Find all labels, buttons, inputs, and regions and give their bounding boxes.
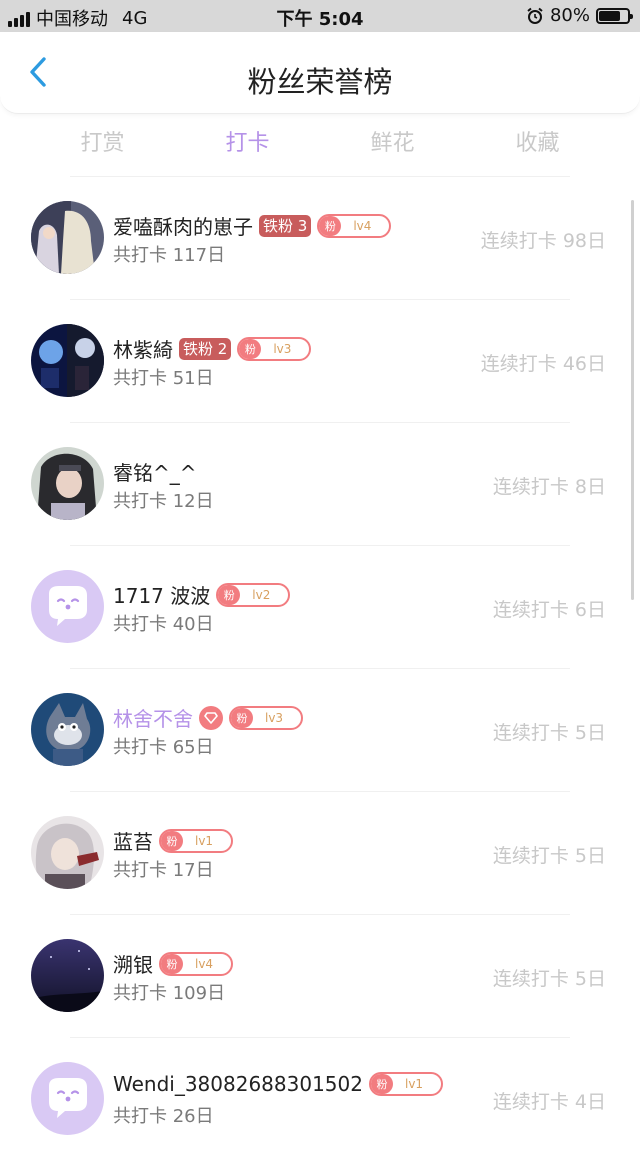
- tab-flowers[interactable]: 鲜花: [320, 124, 465, 164]
- divider: [70, 545, 570, 546]
- user-name: 1717 波波: [113, 584, 211, 608]
- list-item[interactable]: 林舍不舍 粉 lv3 共打卡 65日 连续打卡 5日: [0, 668, 640, 791]
- user-name: 林紫綺: [113, 338, 173, 362]
- page-title: 粉丝荣誉榜: [247, 65, 393, 99]
- avatar[interactable]: [31, 201, 104, 274]
- total-checkin: 共打卡 117日: [113, 245, 226, 266]
- diamond-icon: [199, 705, 223, 730]
- name-line: 林舍不舍 粉 lv3: [113, 703, 304, 732]
- name-line: 林紫綺 铁粉 2 粉 lv3: [113, 334, 312, 363]
- user-name: 睿铭^_^: [113, 461, 197, 485]
- alarm-icon: [527, 7, 543, 24]
- fan-level: lv3: [273, 341, 292, 356]
- total-checkin: 共打卡 26日: [113, 1106, 214, 1127]
- tab-checkin[interactable]: 打卡: [175, 124, 320, 164]
- fan-badge-label: 粉: [370, 1074, 393, 1094]
- name-line: 爱嗑酥肉的崽子 铁粉 3 粉 lv4: [113, 211, 392, 240]
- fan-level: lv4: [353, 218, 372, 233]
- battery-percent: 80%: [549, 5, 590, 26]
- streak-checkin: 连续打卡 5日: [492, 722, 606, 744]
- total-checkin: 共打卡 12日: [113, 491, 214, 512]
- fan-level-badge: 粉 lv3: [237, 336, 312, 361]
- fan-badge-label: 粉: [161, 953, 183, 974]
- avatar[interactable]: [31, 816, 104, 889]
- iron-fan-badge: 铁粉 3: [259, 214, 312, 237]
- tab-bar: 打赏 打卡 鲜花 收藏: [30, 124, 610, 164]
- divider: [70, 176, 570, 177]
- fan-level: lv1: [195, 833, 214, 848]
- fan-badge-label: 粉: [239, 338, 262, 359]
- user-name: 蓝苔: [113, 830, 153, 854]
- avatar[interactable]: [31, 570, 104, 643]
- fan-level-badge: 粉 lv4: [159, 951, 234, 976]
- list-item[interactable]: 1717 波波 粉 lv2 共打卡 40日 连续打卡 6日: [0, 545, 640, 668]
- fan-badge-label: 粉: [319, 215, 342, 236]
- total-checkin: 共打卡 40日: [113, 614, 214, 635]
- streak-checkin: 连续打卡 6日: [492, 599, 606, 621]
- fan-level-badge: 粉 lv2: [216, 582, 291, 607]
- list-item[interactable]: 林紫綺 铁粉 2 粉 lv3 共打卡 51日 连续打卡 46日: [0, 299, 640, 422]
- divider: [70, 299, 570, 300]
- fan-level: lv4: [195, 956, 214, 971]
- list-item[interactable]: 爱嗑酥肉的崽子 铁粉 3 粉 lv4 共打卡 117日 连续打卡 98日: [0, 176, 640, 299]
- name-line: 1717 波波 粉 lv2: [113, 580, 291, 609]
- status-bar: 中国移动 4G 下午 5:04 80%: [0, 0, 640, 32]
- list-item[interactable]: 睿铭^_^ 共打卡 12日 连续打卡 8日: [0, 422, 640, 545]
- avatar[interactable]: [31, 324, 104, 397]
- total-checkin: 共打卡 65日: [113, 737, 214, 758]
- streak-checkin: 连续打卡 4日: [492, 1091, 606, 1113]
- default-avatar-icon: [31, 570, 104, 643]
- divider: [70, 914, 570, 915]
- fan-level: lv2: [252, 587, 271, 602]
- user-name: 林舍不舍: [113, 707, 193, 731]
- status-right: 80%: [526, 5, 633, 26]
- divider: [70, 791, 570, 792]
- user-name: Wendi_38082688301502: [113, 1072, 363, 1096]
- list-item[interactable]: 溯银 粉 lv4 共打卡 109日 连续打卡 5日: [0, 914, 640, 1037]
- fan-badge-label: 粉: [161, 830, 183, 851]
- tab-reward[interactable]: 打赏: [30, 124, 175, 164]
- streak-checkin: 连续打卡 98日: [480, 230, 606, 252]
- fan-level-badge: 粉 lv1: [159, 828, 234, 853]
- fan-badge-label: 粉: [231, 707, 253, 728]
- avatar[interactable]: [31, 939, 104, 1012]
- fan-list: 爱嗑酥肉的崽子 铁粉 3 粉 lv4 共打卡 117日 连续打卡 98日 林紫綺: [0, 176, 640, 1160]
- total-checkin: 共打卡 51日: [113, 368, 214, 389]
- streak-checkin: 连续打卡 5日: [492, 968, 606, 990]
- name-line: 溯银 粉 lv4: [113, 949, 234, 978]
- avatar[interactable]: [31, 1062, 104, 1135]
- list-item[interactable]: Wendi_38082688301502 粉 lv1 共打卡 26日 连续打卡 …: [0, 1037, 640, 1160]
- scrollbar[interactable]: [631, 200, 634, 600]
- avatar[interactable]: [31, 693, 104, 766]
- total-checkin: 共打卡 109日: [113, 983, 226, 1004]
- streak-checkin: 连续打卡 8日: [492, 476, 606, 498]
- streak-checkin: 连续打卡 5日: [492, 845, 606, 867]
- divider: [70, 668, 570, 669]
- list-item[interactable]: 蓝苔 粉 lv1 共打卡 17日 连续打卡 5日: [0, 791, 640, 914]
- user-name: 爱嗑酥肉的崽子: [113, 215, 253, 239]
- streak-checkin: 连续打卡 46日: [480, 353, 606, 375]
- total-checkin: 共打卡 17日: [113, 860, 214, 881]
- name-line: Wendi_38082688301502 粉 lv1: [113, 1072, 444, 1096]
- divider: [70, 1037, 570, 1038]
- tab-favorites[interactable]: 收藏: [465, 124, 610, 164]
- battery-icon: [596, 7, 633, 24]
- default-avatar-icon: [31, 1062, 104, 1135]
- name-line: 蓝苔 粉 lv1: [113, 826, 234, 855]
- name-line: 睿铭^_^: [113, 457, 197, 486]
- iron-fan-badge: 铁粉 2: [179, 337, 232, 360]
- nav-bar: 粉丝荣誉榜: [0, 32, 640, 114]
- fan-level: lv3: [265, 710, 284, 725]
- divider: [70, 422, 570, 423]
- avatar[interactable]: [31, 447, 104, 520]
- fan-level-badge: 粉 lv3: [229, 705, 304, 730]
- fan-level-badge: 粉 lv1: [368, 1072, 444, 1096]
- user-name: 溯银: [113, 953, 153, 977]
- fan-badge-label: 粉: [218, 584, 241, 605]
- fan-level: lv1: [404, 1077, 424, 1091]
- fan-level-badge: 粉 lv4: [317, 213, 392, 238]
